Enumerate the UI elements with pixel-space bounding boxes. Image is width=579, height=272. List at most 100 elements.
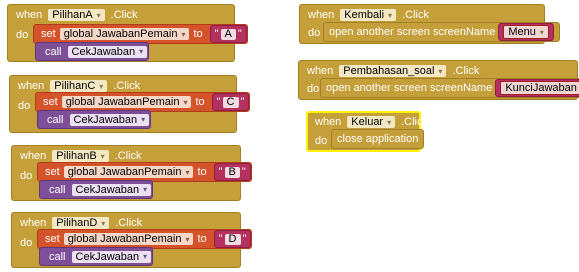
event-block-pilihanc[interactable]: when PilihanC ▾ .Click do set global Jawa… — [9, 75, 251, 133]
chevron-down-icon: ▾ — [99, 81, 104, 91]
chevron-down-icon: ▾ — [139, 47, 144, 56]
event-name: .Click — [115, 217, 143, 229]
set-variable-block[interactable]: set global JawabanPemain ▾ to " D " — [37, 229, 253, 249]
event-block-pembahasan-soal[interactable]: when Pembahasan_soal ▾ .Click do open ano… — [298, 60, 579, 100]
call-procedure-block[interactable]: call CekJawaban ▾ — [39, 247, 154, 266]
chevron-down-icon: ▾ — [100, 151, 105, 161]
procedure-dropdown[interactable]: CekJawaban ▾ — [71, 250, 152, 263]
call-keyword: call — [47, 113, 64, 126]
variable-dropdown[interactable]: global JawabanPemain ▾ — [63, 233, 194, 245]
procedure-dropdown[interactable]: CekJawaban ▾ — [71, 183, 152, 196]
chevron-down-icon: ▾ — [141, 115, 146, 124]
set-keyword: set — [41, 28, 56, 40]
component-dropdown[interactable]: PilihanC ▾ — [50, 80, 108, 92]
text-value[interactable]: B — [224, 166, 240, 178]
variable-dropdown[interactable]: global JawabanPemain ▾ — [63, 166, 194, 178]
when-keyword: when — [20, 150, 47, 162]
set-keyword: set — [45, 233, 60, 245]
text-value[interactable]: A — [220, 28, 236, 40]
when-keyword: when — [20, 217, 47, 229]
event-header: when Keluar ▾ .Click — [310, 114, 433, 130]
event-name: .Click — [113, 80, 141, 92]
text-block[interactable]: Menu ▾ — [498, 23, 554, 41]
chevron-down-icon: ▾ — [101, 218, 106, 228]
event-block-pilihana[interactable]: when PilihanA ▾ .Click do set global Jawa… — [7, 4, 248, 62]
when-keyword: when — [307, 65, 334, 77]
call-procedure-block[interactable]: call CekJawaban ▾ — [37, 110, 152, 129]
chevron-down-icon: ▾ — [387, 117, 392, 127]
screen-name-dropdown[interactable]: Menu ▾ — [503, 25, 549, 39]
when-keyword: when — [18, 80, 45, 92]
event-name: .Click — [110, 9, 138, 21]
call-procedure-block[interactable]: call CekJawaban ▾ — [39, 180, 154, 199]
chevron-down-icon: ▾ — [143, 252, 148, 261]
text-block[interactable]: " A " — [209, 25, 247, 43]
set-keyword: set — [43, 96, 58, 108]
variable-dropdown[interactable]: global JawabanPemain ▾ — [59, 28, 190, 40]
variable-dropdown[interactable]: global JawabanPemain ▾ — [61, 96, 192, 108]
text-value[interactable]: C — [222, 96, 239, 108]
component-dropdown[interactable]: Kembali ▾ — [340, 9, 397, 21]
event-header: when Pembahasan_soal ▾ .Click — [302, 63, 484, 79]
call-procedure-block[interactable]: call CekJawaban ▾ — [35, 42, 150, 61]
call-keyword: call — [49, 183, 66, 196]
do-keyword: do — [16, 29, 29, 41]
call-keyword: call — [45, 45, 62, 58]
chevron-down-icon: ▾ — [438, 66, 443, 76]
do-keyword: do — [20, 237, 33, 249]
close-application-block[interactable]: close application — [331, 129, 425, 149]
event-name: .Click — [114, 150, 142, 162]
text-block[interactable]: " C " — [211, 93, 250, 111]
text-block[interactable]: KunciJawaban▾ — [495, 79, 579, 97]
event-header: when PilihanA ▾ .Click — [11, 7, 143, 23]
when-keyword: when — [308, 9, 335, 21]
to-keyword: to — [197, 166, 207, 178]
chevron-down-icon: ▾ — [183, 97, 188, 107]
chevron-down-icon: ▾ — [96, 10, 101, 20]
do-keyword: do — [18, 100, 31, 112]
set-keyword: set — [45, 166, 60, 178]
do-keyword: do — [315, 135, 328, 147]
close-application-label: close application — [337, 133, 419, 145]
component-dropdown[interactable]: PilihanB ▾ — [52, 150, 109, 162]
set-variable-block[interactable]: set global JawabanPemain ▾ to " A " — [33, 24, 248, 44]
screen-name-dropdown[interactable]: KunciJawaban▾ — [500, 81, 579, 95]
event-header: when Kembali ▾ .Click — [303, 7, 434, 23]
event-name: .Click — [401, 116, 428, 128]
set-variable-block[interactable]: set global JawabanPemain ▾ to " B " — [37, 162, 252, 182]
event-name: .Click — [402, 9, 429, 21]
open-another-screen-block[interactable]: open another screen screenName KunciJawa… — [320, 78, 579, 98]
when-keyword: when — [315, 116, 342, 128]
event-name: .Click — [452, 65, 480, 77]
event-block-keluar[interactable]: when Keluar ▾ .Click do close application — [306, 111, 428, 152]
event-block-pilihand[interactable]: when PilihanD ▾ .Click do set global Jawa… — [11, 212, 253, 268]
chevron-down-icon: ▾ — [181, 29, 186, 39]
open-screen-label: open another screen screenName — [326, 82, 493, 94]
chevron-down-icon: ▾ — [143, 185, 148, 194]
text-value[interactable]: D — [224, 233, 241, 245]
do-keyword: do — [308, 27, 321, 39]
chevron-down-icon: ▾ — [388, 10, 393, 20]
event-block-pilihanb[interactable]: when PilihanB ▾ .Click do set global Jawa… — [11, 145, 252, 201]
event-block-kembali[interactable]: when Kembali ▾ .Click do open another scr… — [299, 4, 560, 44]
chevron-down-icon: ▾ — [185, 234, 190, 244]
component-dropdown[interactable]: PilihanA ▾ — [48, 9, 105, 21]
set-variable-block[interactable]: set global JawabanPemain ▾ to " C " — [35, 92, 251, 112]
component-dropdown[interactable]: Pembahasan_soal ▾ — [339, 65, 447, 77]
do-keyword: do — [20, 170, 33, 182]
call-keyword: call — [49, 250, 66, 263]
procedure-dropdown[interactable]: CekJawaban ▾ — [69, 113, 150, 126]
to-keyword: to — [197, 233, 207, 245]
procedure-dropdown[interactable]: CekJawaban ▾ — [67, 45, 148, 58]
chevron-down-icon: ▾ — [185, 167, 190, 177]
chevron-down-icon: ▾ — [539, 27, 544, 37]
when-keyword: when — [16, 9, 43, 21]
component-dropdown[interactable]: Keluar ▾ — [347, 116, 396, 128]
text-block[interactable]: " D " — [213, 230, 252, 248]
component-dropdown[interactable]: PilihanD ▾ — [52, 217, 110, 229]
text-block[interactable]: " B " — [213, 163, 251, 181]
open-screen-label: open another screen screenName — [329, 26, 496, 38]
to-keyword: to — [195, 96, 205, 108]
to-keyword: to — [193, 28, 203, 40]
open-another-screen-block[interactable]: open another screen screenName Menu ▾ — [323, 22, 560, 42]
